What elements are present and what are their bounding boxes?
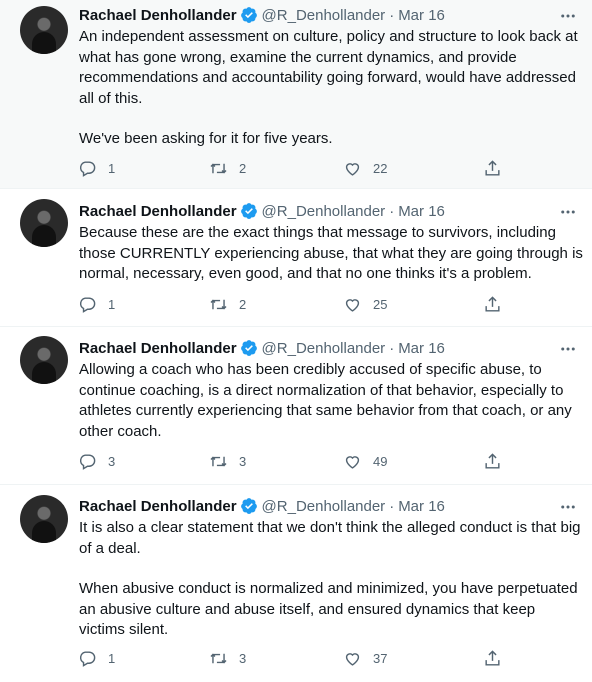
tweet-header: Rachael Denhollander @R_Denhollander · M… (79, 202, 445, 220)
share-button[interactable] (483, 295, 502, 314)
reply-icon (79, 454, 96, 470)
reply-icon (79, 651, 96, 667)
tweet-date[interactable]: Mar 16 (398, 340, 445, 357)
author-name[interactable]: Rachael Denhollander (79, 203, 237, 220)
verified-badge-icon (240, 498, 257, 514)
share-button[interactable] (483, 159, 502, 178)
like-button[interactable]: 25 (343, 295, 387, 314)
share-icon (485, 453, 500, 469)
tweet-date[interactable]: Mar 16 (398, 203, 445, 220)
like-icon (345, 299, 360, 312)
tweet-paragraph: An independent assessment on culture, po… (79, 28, 578, 107)
share-icon (485, 160, 500, 176)
tweet-header: Rachael Denhollander @R_Denhollander · M… (79, 497, 445, 515)
retweet-count: 2 (239, 297, 247, 312)
separator-dot: · (389, 339, 395, 357)
author-name[interactable]: Rachael Denhollander (79, 340, 237, 357)
tweet-paragraph: Allowing a coach who has been credibly a… (79, 361, 572, 440)
like-button[interactable]: 49 (343, 452, 387, 471)
more-icon[interactable] (558, 202, 578, 222)
tweet[interactable]: Rachael Denhollander @R_Denhollander · M… (0, 486, 592, 682)
tweet-text: It is also a clear statement that we don… (79, 518, 584, 641)
tweet-header: Rachael Denhollander @R_Denhollander · M… (79, 339, 445, 357)
more-icon[interactable] (558, 339, 578, 359)
reply-icon (79, 297, 96, 313)
like-count: 49 (373, 454, 388, 469)
like-button[interactable]: 37 (343, 649, 387, 668)
tweet-date[interactable]: Mar 16 (398, 7, 445, 24)
author-handle[interactable]: @R_Denhollander (262, 7, 386, 24)
avatar[interactable] (20, 6, 68, 54)
like-count: 37 (373, 651, 388, 666)
avatar[interactable] (20, 336, 68, 384)
reply-button[interactable]: 1 (78, 295, 115, 314)
like-count: 25 (373, 297, 388, 312)
like-icon (345, 456, 360, 469)
reply-button[interactable]: 1 (78, 159, 115, 178)
author-handle[interactable]: @R_Denhollander (262, 340, 386, 357)
avatar[interactable] (20, 495, 68, 543)
tweet[interactable]: Rachael Denhollander @R_Denhollander · M… (0, 328, 592, 485)
reply-count: 3 (108, 454, 116, 469)
verified-badge-icon (240, 203, 257, 219)
separator-dot: · (389, 497, 395, 515)
tweet-actions: 3 3 49 (78, 452, 508, 474)
separator-dot: · (389, 202, 395, 220)
share-icon (485, 296, 500, 312)
author-name[interactable]: Rachael Denhollander (79, 498, 237, 515)
retweet-count: 3 (239, 454, 247, 469)
like-icon (345, 653, 360, 666)
retweet-button[interactable]: 3 (209, 452, 246, 471)
tweet-text: An independent assessment on culture, po… (79, 27, 584, 150)
share-button[interactable] (483, 452, 502, 471)
tweet-paragraph: We've been asking for it for five years. (79, 130, 333, 147)
retweet-count: 3 (239, 651, 247, 666)
like-button[interactable]: 22 (343, 159, 387, 178)
retweet-button[interactable]: 2 (209, 295, 246, 314)
tweet-paragraph: When abusive conduct is normalized and m… (79, 580, 578, 638)
retweet-count: 2 (239, 161, 247, 176)
retweet-button[interactable]: 2 (209, 159, 246, 178)
share-button[interactable] (483, 649, 502, 668)
separator-dot: · (389, 6, 395, 24)
avatar[interactable] (20, 199, 68, 247)
like-icon (345, 163, 360, 176)
tweet-actions: 1 2 25 (78, 295, 508, 317)
retweet-button[interactable]: 3 (209, 649, 246, 668)
verified-badge-icon (240, 7, 257, 23)
retweet-icon (210, 456, 227, 467)
retweet-icon (210, 653, 227, 664)
verified-badge-icon (240, 340, 257, 356)
reply-count: 1 (108, 651, 116, 666)
tweet-actions: 1 2 22 (78, 159, 508, 181)
tweet-actions: 1 3 37 (78, 649, 508, 671)
author-name[interactable]: Rachael Denhollander (79, 7, 237, 24)
more-icon[interactable] (558, 497, 578, 517)
retweet-icon (210, 299, 227, 310)
reply-count: 1 (108, 161, 116, 176)
tweet-paragraph: It is also a clear statement that we don… (79, 519, 581, 557)
tweet-text: Allowing a coach who has been credibly a… (79, 360, 584, 442)
tweet-header: Rachael Denhollander @R_Denhollander · M… (79, 6, 445, 24)
reply-count: 1 (108, 297, 116, 312)
reply-button[interactable]: 1 (78, 649, 115, 668)
share-icon (485, 650, 500, 666)
retweet-icon (210, 163, 227, 174)
author-handle[interactable]: @R_Denhollander (262, 498, 386, 515)
tweet-date[interactable]: Mar 16 (398, 498, 445, 515)
tweet[interactable]: Rachael Denhollander @R_Denhollander · M… (0, 0, 592, 189)
like-count: 22 (373, 161, 388, 176)
reply-button[interactable]: 3 (78, 452, 115, 471)
reply-icon (79, 161, 96, 177)
tweet-paragraph: Because these are the exact things that … (79, 224, 583, 282)
author-handle[interactable]: @R_Denhollander (262, 203, 386, 220)
tweet[interactable]: Rachael Denhollander @R_Denhollander · M… (0, 190, 592, 327)
tweet-text: Because these are the exact things that … (79, 223, 584, 285)
more-icon[interactable] (558, 6, 578, 26)
